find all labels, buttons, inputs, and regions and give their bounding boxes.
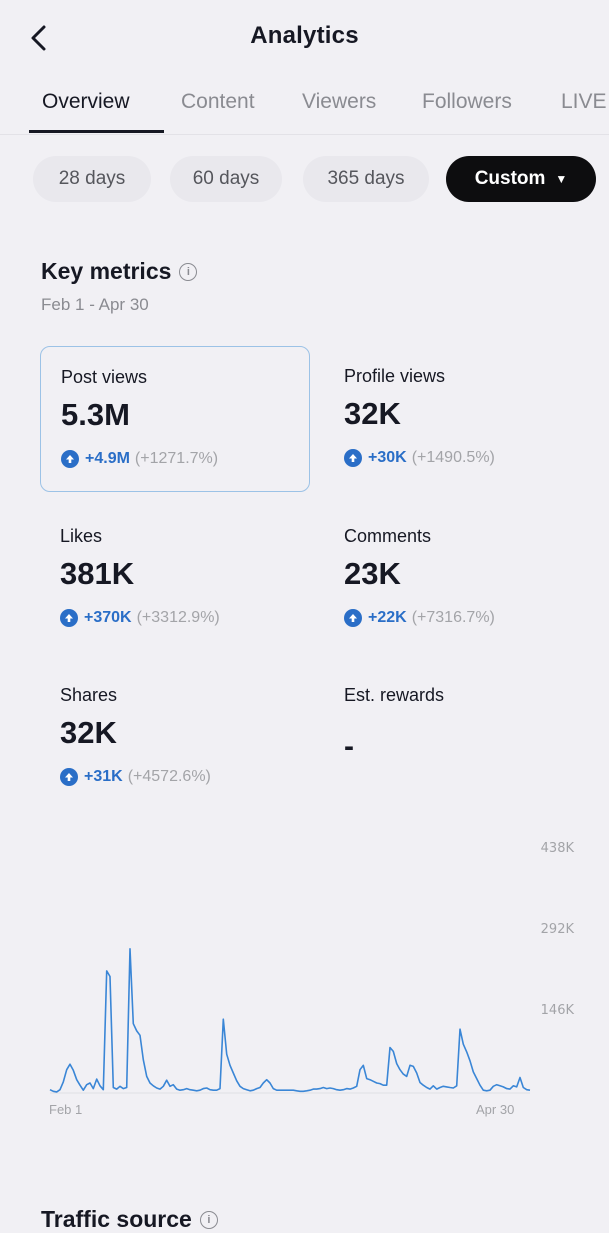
metric-change: +370K (+3312.9%) [60,609,220,627]
metric-change-absolute: +31K [84,768,123,785]
active-tab-indicator [29,130,164,133]
range-60-days[interactable]: 60 days [170,156,282,202]
tab-overview[interactable]: Overview [42,90,130,114]
metric-value: 5.3M [61,397,130,432]
range-60-days-label: 60 days [192,168,260,189]
metric-change-percent: (+1271.7%) [134,450,219,467]
top-bar: Analytics [0,0,609,72]
metric-post-views[interactable]: Post views 5.3M +4.9M (+1271.7%) [40,346,310,492]
metric-label: Comments [344,526,432,546]
tabs-divider [0,134,609,135]
tab-live[interactable]: LIVE [561,90,607,114]
y-tick-label: 292K [540,922,574,937]
metric-likes[interactable]: Likes 381K +370K (+3312.9%) [40,506,310,652]
info-icon[interactable]: i [179,262,198,281]
page-title: Analytics [250,22,359,49]
traffic-source-heading: Traffic source i [41,1206,218,1233]
range-custom-label: Custom [474,168,546,189]
tab-followers[interactable]: Followers [422,90,512,114]
metric-label: Post views [61,367,148,387]
range-365-days-label: 365 days [327,168,405,189]
tab-viewers[interactable]: Viewers [302,90,376,114]
tab-content[interactable]: Content [181,90,255,114]
arrow-up-icon [344,609,362,627]
metric-label: Profile views [344,366,446,386]
series-line [49,948,531,1093]
y-tick-label: 146K [540,1003,574,1018]
metric-value: 23K [344,556,401,591]
metric-change-percent: (+3312.9%) [136,609,220,626]
metric-label: Likes [60,526,103,546]
metric-shares[interactable]: Shares 32K +31K (+4572.6%) [40,665,310,811]
caret-down-icon: ▼ [555,172,568,186]
arrow-up-icon [344,449,362,467]
metric-change-percent: (+4572.6%) [127,768,211,785]
metric-est-rewards[interactable]: Est. rewards - [324,665,594,811]
x-tick-label: Apr 30 [476,1102,515,1117]
chart-plot [49,948,531,1094]
range-28-days[interactable]: 28 days [33,156,151,202]
tab-bar: Overview Content Viewers Followers LIVE [0,82,609,134]
range-28-days-label: 28 days [58,168,126,189]
x-tick-label: Feb 1 [49,1102,83,1117]
metric-change: +30K (+1490.5%) [344,449,495,467]
date-range: Feb 1 - Apr 30 [41,295,149,314]
metric-value: 32K [60,715,117,750]
key-metrics-heading: Key metrics i [41,258,198,285]
metric-change: +22K (+7316.7%) [344,609,495,627]
metric-change-absolute: +370K [84,609,132,626]
info-icon[interactable]: i [199,1210,218,1229]
traffic-source-title: Traffic source [41,1206,192,1232]
metric-label: Est. rewards [344,685,445,705]
arrow-up-icon [60,768,78,786]
metric-profile-views[interactable]: Profile views 32K +30K (+1490.5%) [324,346,594,492]
metric-label: Shares [60,685,118,705]
metric-value: 32K [344,396,401,431]
range-365-days[interactable]: 365 days [303,156,429,202]
metric-comments[interactable]: Comments 23K +22K (+7316.7%) [324,506,594,652]
range-custom-dropdown[interactable]: Custom ▼ [446,156,596,202]
metric-change: +4.9M (+1271.7%) [61,450,218,468]
metric-change-absolute: +30K [368,449,407,466]
key-metrics-title: Key metrics [41,258,172,284]
metric-change-absolute: +22K [368,609,407,626]
metric-value: 381K [60,556,135,591]
y-tick-label: 438K [540,841,574,856]
metric-value: - [344,730,354,763]
metric-change-percent: (+1490.5%) [411,449,495,466]
post-views-chart: 438K 292K 146K Feb 1 Apr 30 [40,835,600,1125]
metric-change-percent: (+7316.7%) [411,609,495,626]
metric-change: +31K (+4572.6%) [60,768,211,786]
arrow-up-icon [60,609,78,627]
metric-change-absolute: +4.9M [85,450,130,467]
arrow-up-icon [61,450,79,468]
